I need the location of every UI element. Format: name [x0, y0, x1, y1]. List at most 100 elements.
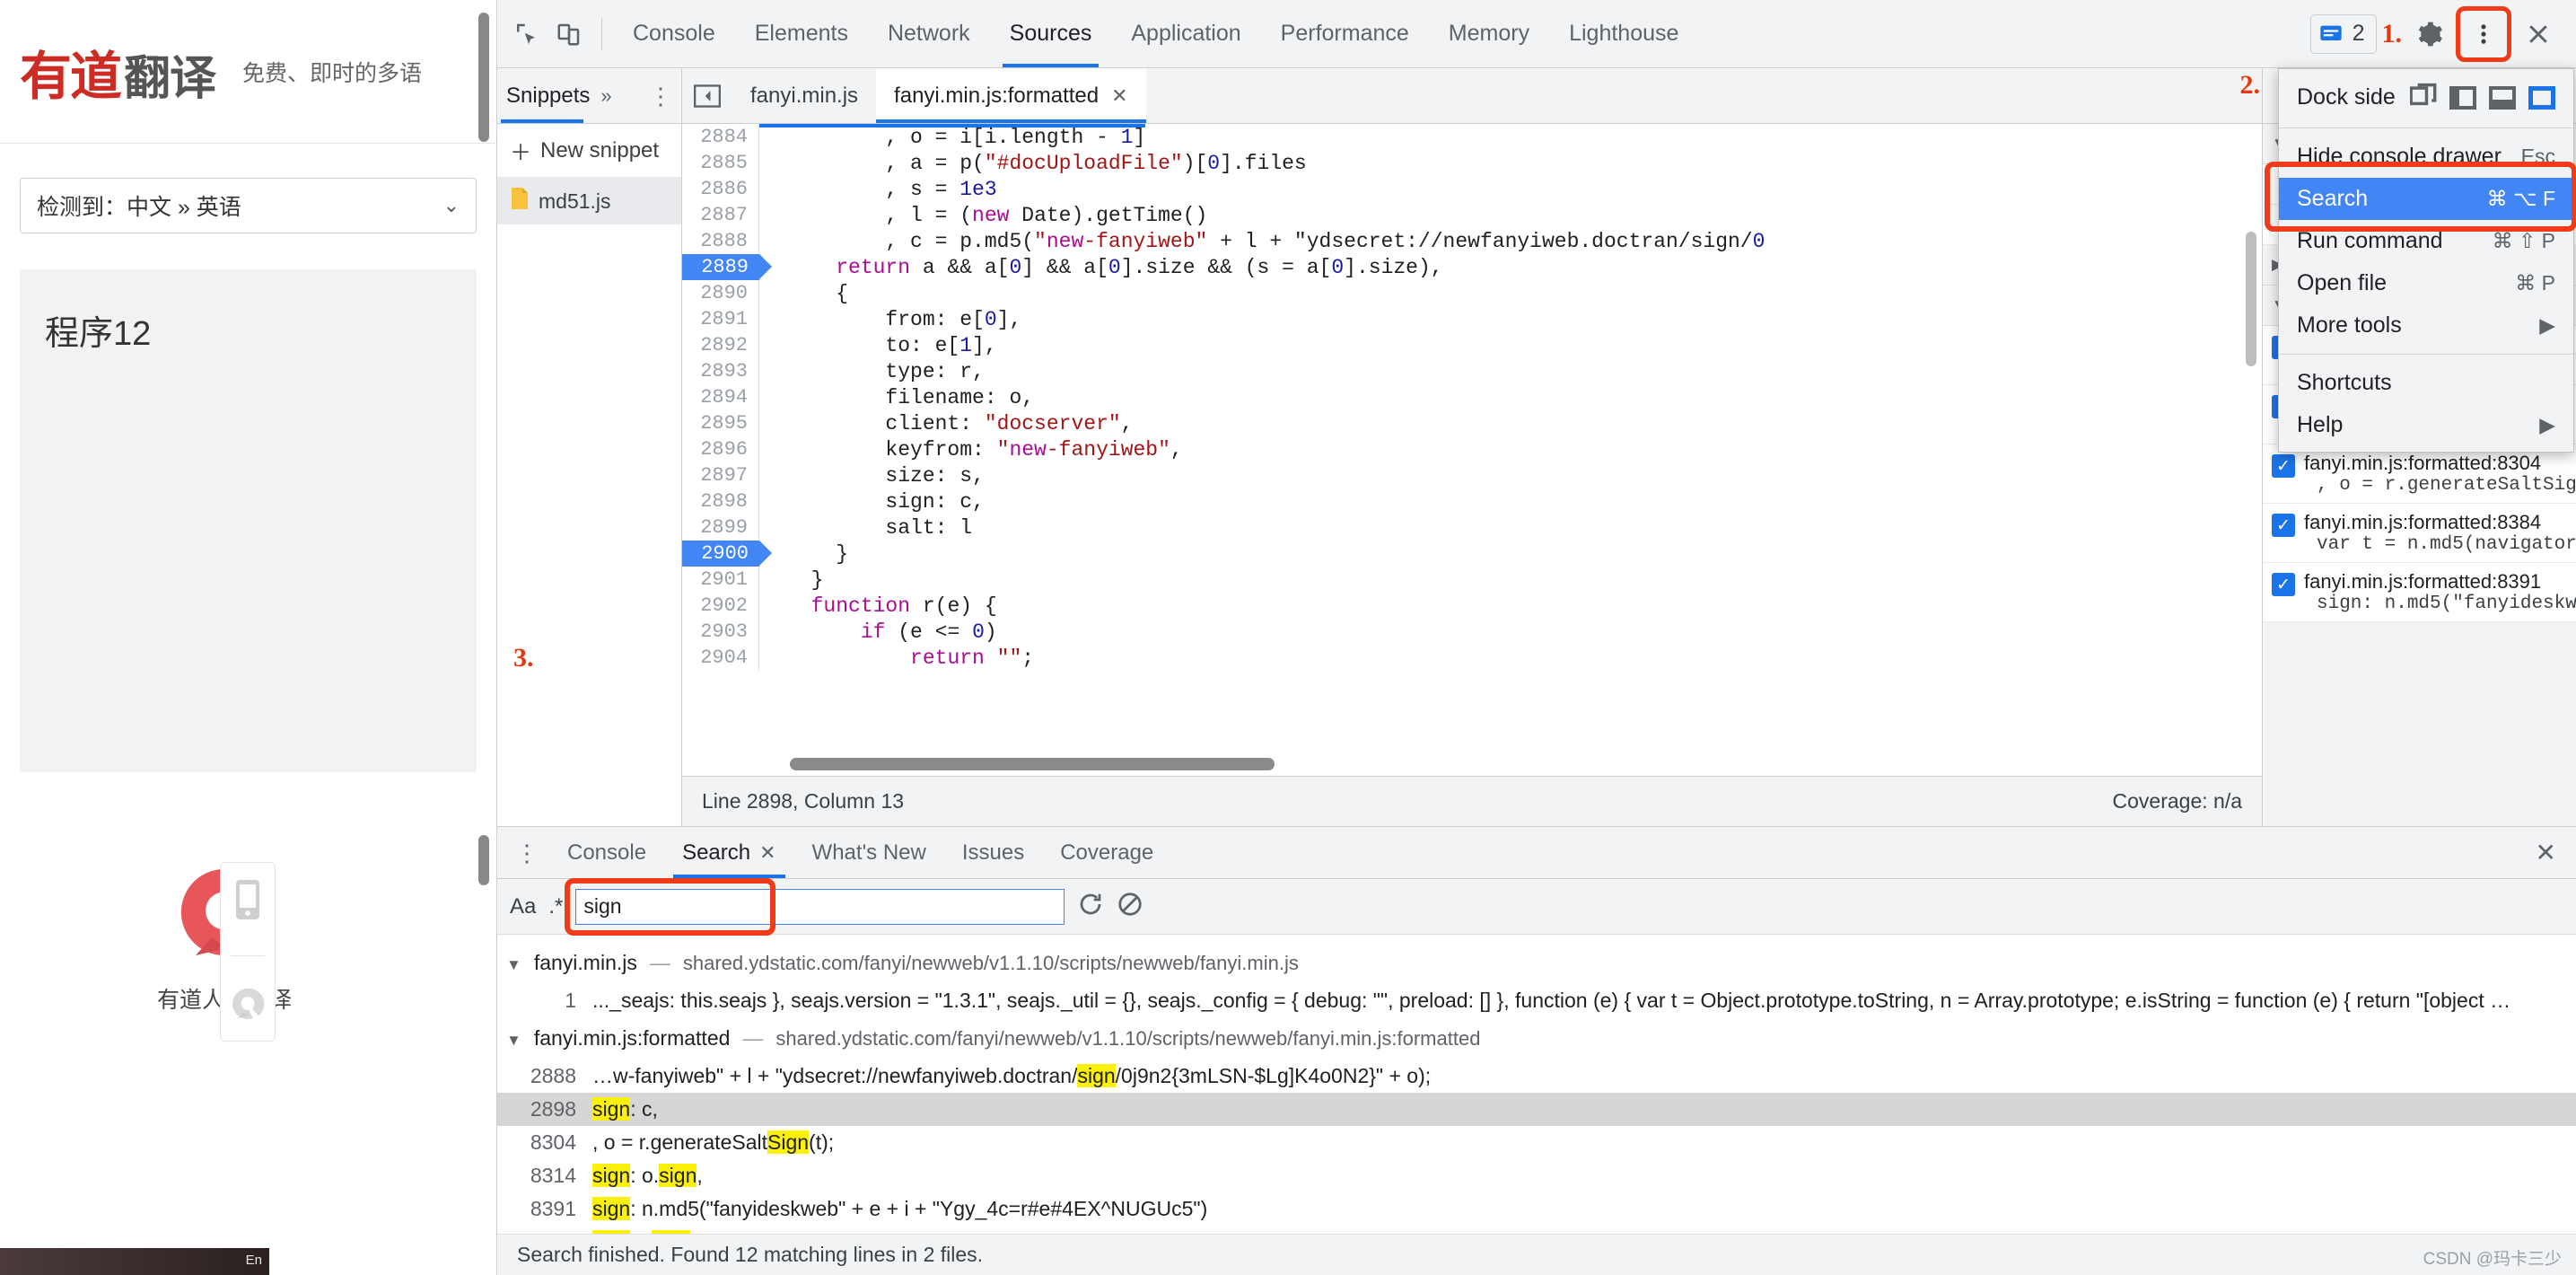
page-scrollbar-thumb-secondary[interactable] [478, 835, 489, 885]
code-line[interactable]: 2897 size: s, [682, 462, 2262, 488]
line-number[interactable]: 2899 [682, 514, 759, 541]
clear-icon[interactable] [1117, 891, 1143, 922]
line-number[interactable]: 2891 [682, 306, 759, 332]
tab-sources[interactable]: Sources [990, 0, 1112, 67]
tab-console[interactable]: Console [613, 0, 735, 67]
navigator-tab-snippets[interactable]: Snippets [506, 84, 590, 109]
tab-application[interactable]: Application [1111, 0, 1260, 67]
menu-run-command[interactable]: Run command ⌘ ⇧ P [2279, 220, 2573, 262]
breakpoint-row[interactable]: ✓ fanyi.min.js:formatted:8384 var t = n.md… [2263, 504, 2576, 563]
more-options-icon[interactable] [2462, 13, 2505, 56]
code-line[interactable]: 2902 function r(e) { [682, 593, 2262, 619]
inspect-icon[interactable] [504, 13, 548, 56]
code-line[interactable]: 2889 return a && a[0] && a[0].size && (s… [682, 254, 2262, 280]
line-number[interactable]: 2895 [682, 410, 759, 436]
drawer-close-icon[interactable]: ✕ [2516, 838, 2576, 867]
close-icon[interactable] [2517, 13, 2560, 56]
line-number[interactable]: 2903 [682, 619, 759, 645]
code-line[interactable]: 2900 } [682, 541, 2262, 567]
tab-lighthouse[interactable]: Lighthouse [1549, 0, 1698, 67]
line-number[interactable]: 2885 [682, 150, 759, 176]
message-count-badge[interactable]: 2 [2309, 13, 2377, 54]
code-line[interactable]: 2895 client: "docserver", [682, 410, 2262, 436]
result-row[interactable]: 8304 , o = r.generateSaltSign(t); [497, 1126, 2576, 1159]
tab-elements[interactable]: Elements [735, 0, 868, 67]
code-line[interactable]: 2898 sign: c, [682, 488, 2262, 514]
dock-bottom-icon[interactable] [2489, 85, 2516, 110]
line-number[interactable]: 2900 [682, 541, 772, 567]
result-row[interactable]: 8405sign: i.sign, [497, 1226, 2576, 1234]
tab-memory[interactable]: Memory [1429, 0, 1549, 67]
source-textarea[interactable]: 程序12 [20, 269, 477, 772]
drawer-tab-issues[interactable]: Issues [944, 827, 1042, 878]
breakpoint-checkbox[interactable]: ✓ [2272, 514, 2295, 537]
breakpoint-checkbox[interactable]: ✓ [2272, 573, 2295, 596]
new-snippet-button[interactable]: ＋ New snippet [497, 124, 681, 178]
code-horizontal-scrollbar[interactable] [790, 758, 1275, 770]
line-number[interactable]: 2904 [682, 645, 759, 671]
search-results[interactable]: ▼ fanyi.min.js — shared.ydstatic.com/fanyi/… [497, 935, 2576, 1234]
code-line[interactable]: 2899 salt: l [682, 514, 2262, 541]
code-line[interactable]: 2887 , l = (new Date).getTime() [682, 202, 2262, 228]
page-scrollbar-thumb[interactable] [478, 13, 489, 142]
chevron-right-icon[interactable]: » [600, 84, 611, 108]
search-input[interactable] [575, 888, 1065, 925]
refresh-icon[interactable] [1077, 891, 1104, 922]
code-line[interactable]: 2888 , c = p.md5("new-fanyiweb" + l + "y… [682, 228, 2262, 254]
code-line[interactable]: 2890 { [682, 280, 2262, 306]
code-line[interactable]: 2901 } [682, 567, 2262, 593]
gear-icon[interactable] [2407, 13, 2450, 56]
tab-network[interactable]: Network [868, 0, 990, 67]
show-navigator-icon[interactable] [682, 84, 732, 108]
code-line[interactable]: 2885 , a = p("#docUploadFile")[0].files [682, 150, 2262, 176]
code-line[interactable]: 2893 type: r, [682, 358, 2262, 384]
file-tab-fanyi-min-js-formatted[interactable]: fanyi.min.js:formatted ✕ [876, 68, 1146, 123]
result-file-header[interactable]: ▼ fanyi.min.js — shared.ydstatic.com/fanyi/… [497, 942, 2576, 984]
code-vertical-scrollbar[interactable] [2246, 232, 2256, 366]
drawer-more-icon[interactable]: ⋮ [504, 841, 549, 865]
undock-icon[interactable] [2409, 83, 2437, 112]
menu-more-tools[interactable]: More tools ▶ [2279, 304, 2573, 347]
youdao-logo[interactable]: 有道 翻译 [20, 34, 216, 110]
menu-help[interactable]: Help ▶ [2279, 404, 2573, 446]
menu-search[interactable]: Search ⌘ ⌥ F [2279, 178, 2573, 220]
result-row[interactable]: 8314 sign: o.sign, [497, 1159, 2576, 1192]
breakpoint-row[interactable]: ✓ fanyi.min.js:formatted:8304, o = r.gene… [2263, 444, 2576, 504]
line-number[interactable]: 2884 [682, 124, 759, 150]
close-tab-icon[interactable]: ✕ [1111, 84, 1127, 108]
code-editor[interactable]: 2884 , o = i[i.length - 1] 2885 , a = p("… [682, 124, 2262, 776]
device-toolbar-icon[interactable] [548, 13, 591, 56]
result-row[interactable]: 2888 …w-fanyiweb" + l + "ydsecret://newfa… [497, 1060, 2576, 1093]
line-number[interactable]: 2892 [682, 332, 759, 358]
result-row[interactable]: 2898 sign: c, [497, 1093, 2576, 1126]
line-number[interactable]: 2889 [682, 254, 772, 280]
drawer-tab-whats-new[interactable]: What's New [794, 827, 944, 878]
snippet-item-md51[interactable]: md51.js [497, 178, 681, 224]
result-row[interactable]: 8391 sign: n.md5("fanyideskweb" + e + i +… [497, 1192, 2576, 1226]
dock-left-icon[interactable] [2449, 85, 2476, 110]
code-line[interactable]: 2894 filename: o, [682, 384, 2262, 410]
line-number[interactable]: 2897 [682, 462, 759, 488]
code-line[interactable]: 2886 , s = 1e3 [682, 176, 2262, 202]
close-tab-icon[interactable]: ✕ [759, 841, 775, 865]
code-line[interactable]: 2891 from: e[0], [682, 306, 2262, 332]
tab-performance[interactable]: Performance [1261, 0, 1429, 67]
line-number[interactable]: 2901 [682, 567, 759, 593]
coverage-status[interactable]: Coverage: n/a [2113, 789, 2242, 813]
human-translate-small-icon[interactable] [230, 986, 266, 1026]
drawer-tab-search[interactable]: Search ✕ [664, 827, 793, 878]
line-number[interactable]: 2890 [682, 280, 759, 306]
line-number[interactable]: 2896 [682, 436, 759, 462]
code-line[interactable]: 2904 return ""; [682, 645, 2262, 671]
language-selector[interactable]: 检测到：中文 » 英语 ⌄ [20, 178, 477, 233]
menu-open-file[interactable]: Open file ⌘ P [2279, 262, 2573, 304]
line-number[interactable]: 2893 [682, 358, 759, 384]
file-tab-fanyi-min-js[interactable]: fanyi.min.js [732, 68, 876, 123]
navigator-more-icon[interactable]: ⋮ [649, 84, 672, 108]
code-line[interactable]: 2903 if (e <= 0) [682, 619, 2262, 645]
line-number[interactable]: 2887 [682, 202, 759, 228]
code-line[interactable]: 2892 to: e[1], [682, 332, 2262, 358]
drawer-tab-coverage[interactable]: Coverage [1042, 827, 1171, 878]
line-number[interactable]: 2902 [682, 593, 759, 619]
line-number[interactable]: 2894 [682, 384, 759, 410]
